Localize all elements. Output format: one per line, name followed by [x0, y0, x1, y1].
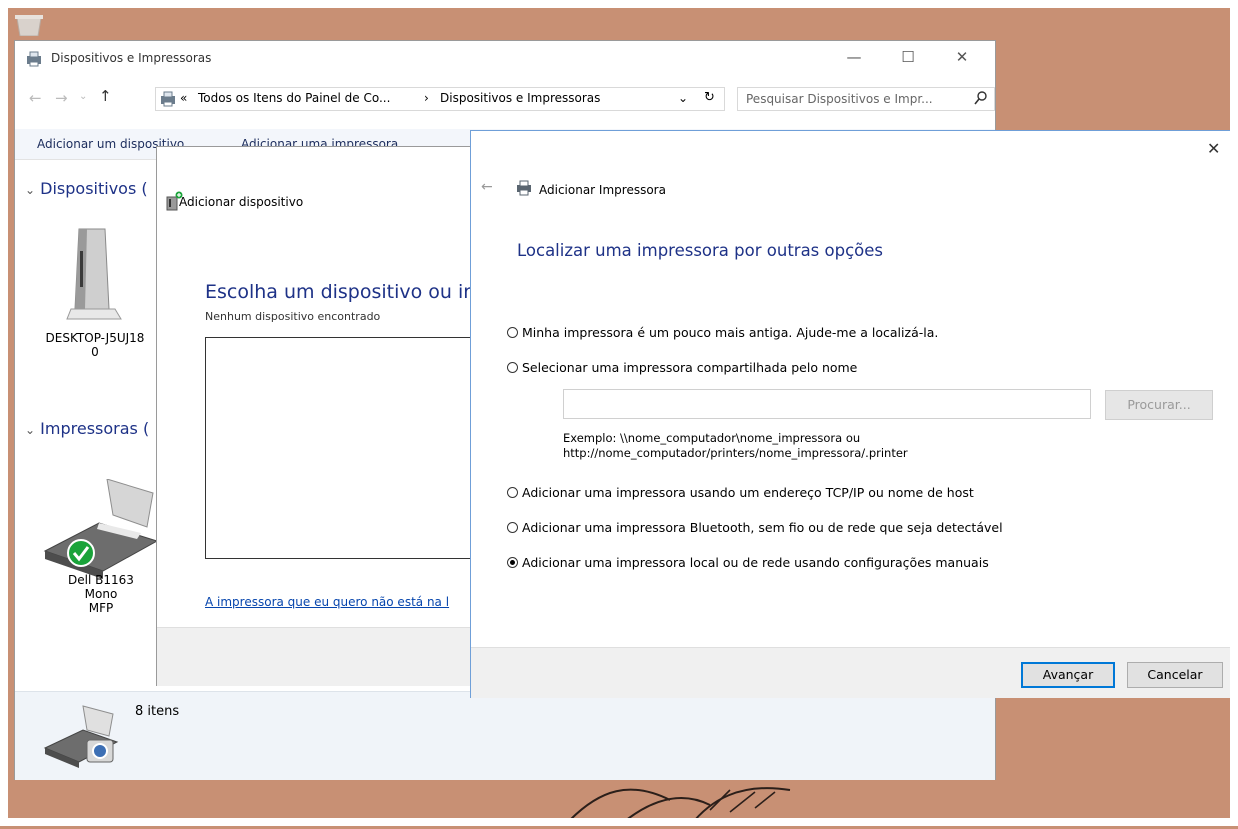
item-count: 8 itens [135, 704, 180, 719]
up-arrow-icon[interactable]: ↑ [99, 87, 112, 105]
radio-local-manual[interactable] [507, 556, 518, 568]
option-bluetooth-wireless-label: Adicionar uma impressora Bluetooth, sem … [522, 519, 1003, 535]
printer-label-dell[interactable]: Dell B1163 Mono MFP [51, 573, 151, 615]
desktop-tower-icon[interactable] [65, 225, 125, 324]
radio-older-printer[interactable] [507, 326, 518, 338]
search-placeholder: Pesquisar Dispositivos e Impr... [746, 92, 933, 106]
close-window-button[interactable]: ✕ [945, 47, 979, 67]
address-dropdown-icon[interactable]: ⌄ [678, 91, 688, 105]
option-local-manual-label: Adicionar uma impressora local ou de red… [522, 554, 989, 570]
browse-button[interactable]: Procurar... [1105, 390, 1213, 420]
minimize-button[interactable]: — [837, 47, 871, 67]
breadcrumb-parent[interactable]: Todos os Itens do Painel de Co... [198, 91, 390, 105]
radio-tcp-ip[interactable] [507, 486, 518, 498]
option-older-printer[interactable]: Minha impressora é um pouco mais antiga.… [507, 322, 938, 342]
option-shared-by-name[interactable]: Selecionar uma impressora compartilhada … [507, 357, 857, 377]
printer-icon [515, 180, 533, 199]
recent-dropdown-icon[interactable]: ⌄ [79, 91, 87, 102]
chevron-down-icon: ⌄ [25, 183, 36, 197]
option-shared-by-name-label: Selecionar uma impressora compartilhada … [522, 359, 858, 375]
radio-shared-by-name[interactable] [507, 361, 518, 373]
printer-name-line2: MFP [88, 601, 114, 615]
maximize-button[interactable]: ☐ [891, 47, 925, 67]
option-older-printer-label: Minha impressora é um pouco mais antiga.… [522, 324, 939, 340]
back-arrow-icon[interactable]: ← [29, 89, 42, 107]
option-local-manual[interactable]: Adicionar uma impressora local ou de red… [507, 552, 989, 572]
details-pane: 8 itens [15, 691, 995, 780]
address-bar[interactable]: « Todos os Itens do Painel de Co... › Di… [155, 87, 725, 111]
example-text-line2: http://nome_computador/printers/nome_imp… [563, 446, 908, 460]
printer-not-listed-link[interactable]: A impressora que eu quero não está na l [205, 595, 449, 609]
radio-bluetooth-wireless[interactable] [507, 521, 518, 533]
printer-name-line1: Dell B1163 Mono [68, 573, 134, 601]
add-printer-title: Adicionar Impressora [539, 183, 666, 197]
option-tcp-ip-label: Adicionar uma impressora usando um ender… [522, 484, 974, 500]
recycle-bin-icon[interactable] [14, 14, 44, 37]
add-printer-heading: Localizar uma impressora por outras opçõ… [517, 241, 884, 260]
printers-section-label: Impressoras ( [40, 419, 150, 438]
option-tcp-ip[interactable]: Adicionar uma impressora usando um ender… [507, 482, 974, 502]
devices-section-label: Dispositivos ( [40, 179, 148, 198]
forward-arrow-icon[interactable]: → [55, 89, 68, 107]
multifunction-printer-icon [43, 704, 119, 771]
breadcrumb-current[interactable]: Dispositivos e Impressoras [440, 91, 600, 105]
back-arrow-icon[interactable]: ← [481, 179, 493, 195]
printers-section-header[interactable]: ⌄ Impressoras ( [25, 419, 149, 438]
example-text-line1: Exemplo: \\nome_computador\nome_impresso… [563, 431, 861, 445]
add-printer-dialog: ✕ ← Adicionar Impressora Localizar uma i… [470, 130, 1234, 698]
add-device-title: Adicionar dispositivo [179, 195, 304, 209]
add-device-heading: Escolha um dispositivo ou ir [205, 281, 472, 303]
address-printer-icon [159, 91, 177, 110]
add-device-status-text: Nenhum dispositivo encontrado [205, 310, 381, 323]
window-title: Dispositivos e Impressoras [51, 51, 212, 65]
breadcrumb-separator[interactable]: › [424, 91, 429, 105]
window-app-icon [25, 51, 43, 70]
next-button[interactable]: Avançar [1021, 662, 1115, 688]
device-label-desktop[interactable]: DESKTOP-J5UJ18 0 [45, 331, 145, 359]
option-bluetooth-wireless[interactable]: Adicionar uma impressora Bluetooth, sem … [507, 517, 1003, 537]
cancel-button[interactable]: Cancelar [1127, 662, 1223, 688]
chevron-down-icon: ⌄ [25, 423, 36, 437]
search-icon[interactable] [974, 90, 988, 109]
device-name-line1: DESKTOP-J5UJ18 [45, 331, 145, 345]
search-input[interactable]: Pesquisar Dispositivos e Impr... [737, 87, 995, 111]
devices-section-header[interactable]: ⌄ Dispositivos ( [25, 179, 148, 198]
close-dialog-button[interactable]: ✕ [1207, 139, 1220, 158]
breadcrumb-prefix[interactable]: « [180, 91, 187, 105]
shared-printer-name-input[interactable] [563, 389, 1091, 419]
printer-device-icon[interactable] [41, 478, 161, 582]
refresh-icon[interactable]: ↻ [704, 90, 715, 105]
device-name-line2: 0 [91, 345, 99, 359]
add-printer-footer: Avançar Cancelar [471, 647, 1233, 698]
